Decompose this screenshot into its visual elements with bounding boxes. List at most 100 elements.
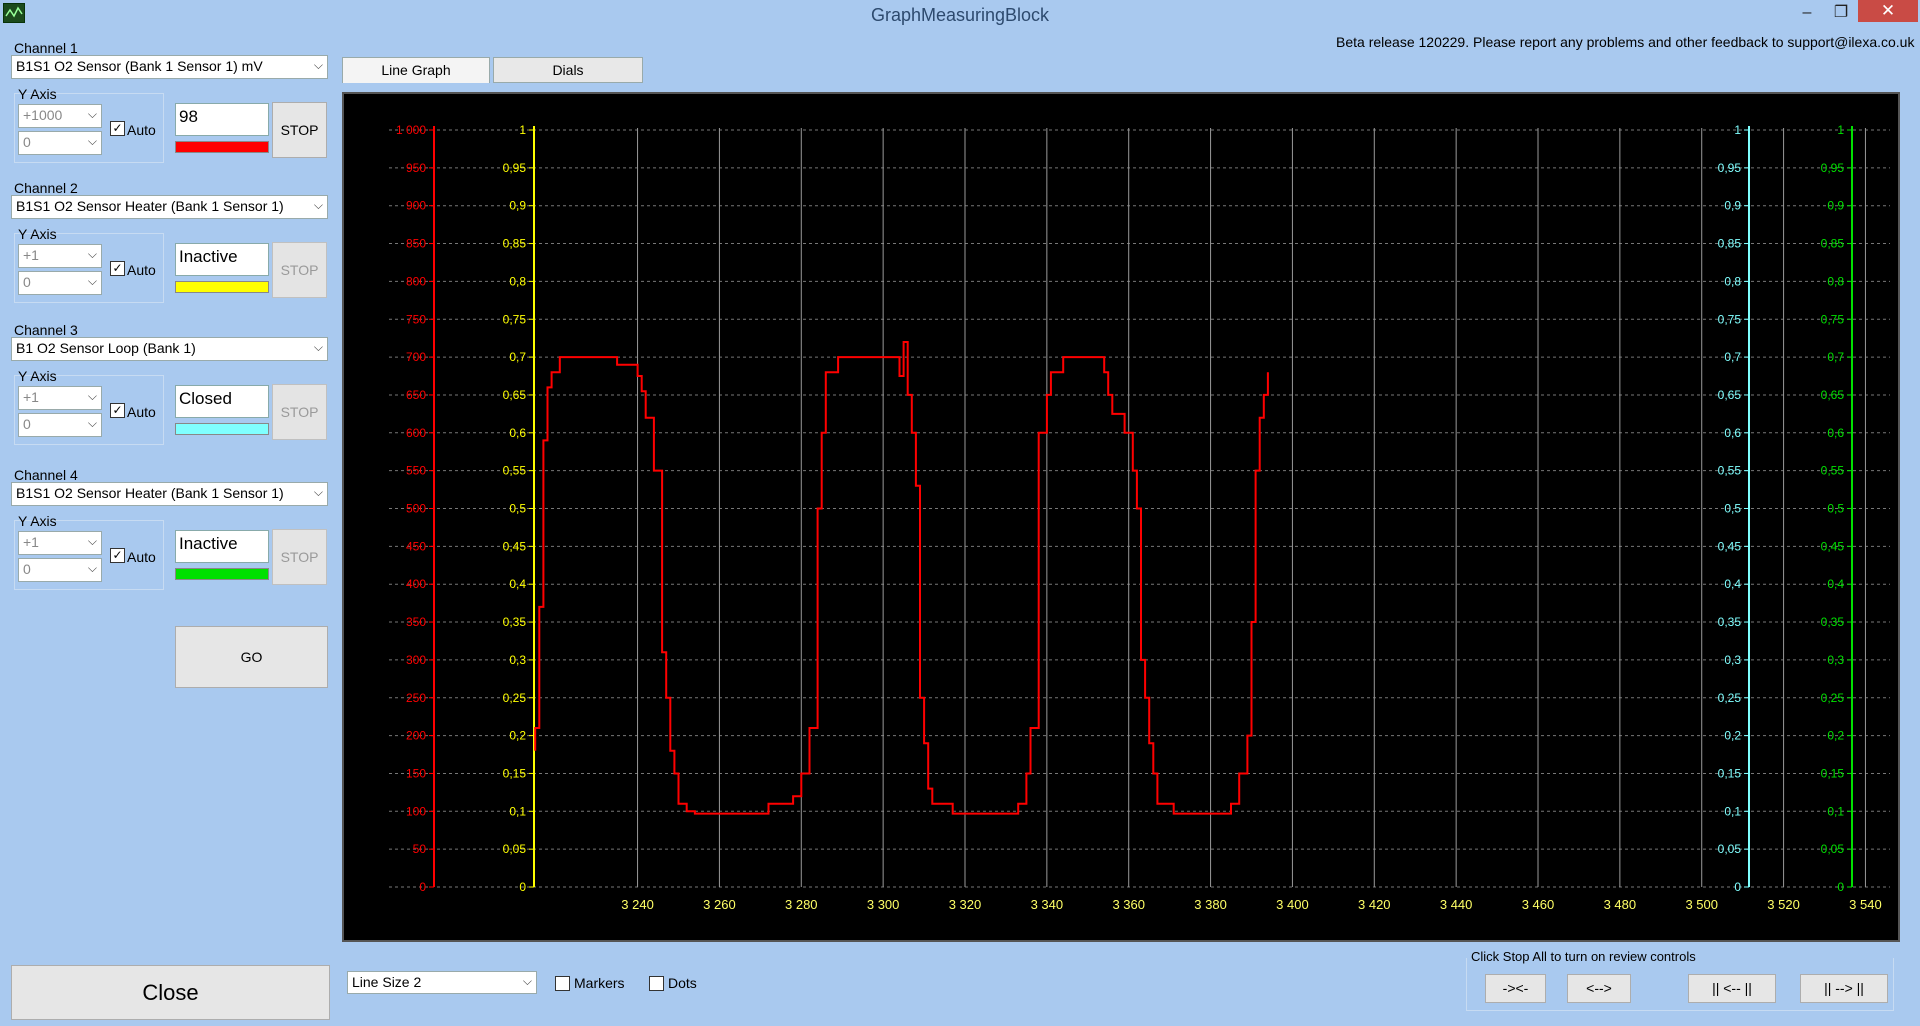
- go-button[interactable]: GO: [175, 626, 328, 688]
- maximize-button[interactable]: ❐: [1826, 0, 1856, 26]
- y-tick-label: 650: [406, 388, 426, 402]
- channel-color-swatch[interactable]: [175, 141, 269, 153]
- y-min-value: 0: [23, 134, 31, 150]
- auto-checkbox[interactable]: ✓: [110, 548, 125, 563]
- channel-sensor-select[interactable]: B1 O2 Sensor Loop (Bank 1) ⌵: [11, 337, 328, 361]
- line-graph-plot: 3 240 3 260 3 280 3 300 3 320 3 340 3 360 3 380…: [342, 92, 1900, 942]
- y-tick-label: 0,1: [509, 804, 526, 818]
- y-max-select[interactable]: +1 ⌵: [18, 244, 102, 268]
- dots-checkbox[interactable]: [649, 976, 664, 991]
- channel-sensor-select[interactable]: B1S1 O2 Sensor (Bank 1 Sensor 1) mV ⌵: [11, 55, 328, 79]
- chevron-down-icon: ⌵: [87, 389, 97, 403]
- channel-value: Inactive: [175, 243, 269, 276]
- channel-sensor-select[interactable]: B1S1 O2 Sensor Heater (Bank 1 Sensor 1) …: [11, 195, 328, 219]
- auto-checkbox[interactable]: ✓: [110, 403, 125, 418]
- y-tick-label: 0,3: [1827, 653, 1844, 667]
- y-max-select[interactable]: +1000 ⌵: [18, 104, 102, 128]
- line-size-select[interactable]: Line Size 2 ⌵: [347, 971, 537, 994]
- channel-stop-button[interactable]: STOP: [272, 242, 327, 298]
- x-tick-label: 3 240: [621, 897, 654, 912]
- chevron-down-icon: ⌵: [87, 534, 97, 548]
- y-tick-label: 150: [406, 766, 426, 780]
- y-tick-label: 900: [406, 199, 426, 213]
- y-tick-label: 0,15: [1718, 766, 1742, 780]
- channel-sensor-select[interactable]: B1S1 O2 Sensor Heater (Bank 1 Sensor 1) …: [11, 482, 328, 506]
- channel-heading: Channel 3: [14, 322, 78, 338]
- channel-heading: Channel 2: [14, 180, 78, 196]
- channel-stop-button[interactable]: STOP: [272, 529, 327, 585]
- y-tick-label: 1 000: [396, 123, 426, 137]
- y-tick-label: 0,4: [1724, 577, 1741, 591]
- channel-sensor-value: B1 O2 Sensor Loop (Bank 1): [16, 340, 196, 356]
- chevron-down-icon: ⌵: [87, 107, 97, 121]
- y-max-select[interactable]: +1 ⌵: [18, 531, 102, 555]
- y-tick-label: 0,95: [503, 161, 527, 175]
- y-tick-label: 500: [406, 502, 426, 516]
- line-size-value: Line Size 2: [352, 974, 422, 990]
- channel-sensor-value: B1S1 O2 Sensor Heater (Bank 1 Sensor 1): [16, 198, 284, 214]
- y-tick-label: 1: [1734, 123, 1741, 137]
- y-tick-label: 0,9: [1827, 199, 1844, 213]
- window-close-button[interactable]: ✕: [1858, 0, 1918, 22]
- y-tick-label: 0,25: [1821, 691, 1845, 705]
- close-button[interactable]: Close: [11, 965, 330, 1020]
- x-tick-label: 3 260: [703, 897, 736, 912]
- y-max-value: +1: [23, 389, 39, 405]
- auto-checkbox[interactable]: ✓: [110, 261, 125, 276]
- channel-stop-button[interactable]: STOP: [272, 102, 327, 158]
- channel-color-swatch[interactable]: [175, 423, 269, 435]
- channel-stop-button[interactable]: STOP: [272, 384, 327, 440]
- y-tick-label: 0,6: [509, 426, 526, 440]
- channel-color-swatch[interactable]: [175, 281, 269, 293]
- auto-checkbox[interactable]: ✓: [110, 121, 125, 136]
- minimize-button[interactable]: –: [1792, 0, 1822, 26]
- chevron-down-icon: ⌵: [313, 58, 323, 72]
- y-tick-label: 0,95: [1718, 161, 1742, 175]
- y-tick-label: 100: [406, 804, 426, 818]
- y-tick-label: 0,45: [1718, 539, 1742, 553]
- y-min-select[interactable]: 0 ⌵: [18, 271, 102, 295]
- y-tick-label: 0,45: [1821, 539, 1845, 553]
- y-tick-label: 0,25: [503, 691, 527, 705]
- y-tick-label: 0,9: [509, 199, 526, 213]
- y-tick-label: 0,75: [1718, 312, 1742, 326]
- y-tick-label: 0: [519, 880, 526, 894]
- y-tick-label: 0: [1734, 880, 1741, 894]
- y-tick-label: 0,6: [1724, 426, 1741, 440]
- y-tick-label: 0,6: [1827, 426, 1844, 440]
- y-tick-label: 0,75: [503, 312, 527, 326]
- y-min-select[interactable]: 0 ⌵: [18, 131, 102, 155]
- y-tick-label: 0,05: [1821, 842, 1845, 856]
- chevron-down-icon: ⌵: [87, 416, 97, 430]
- y-axis-label: Y Axis: [18, 86, 57, 102]
- x-tick-label: 3 360: [1112, 897, 1145, 912]
- chevron-down-icon: ⌵: [87, 247, 97, 261]
- y-tick-label: 0,7: [1827, 350, 1844, 364]
- tab-line-graph[interactable]: Line Graph: [342, 57, 490, 83]
- y-min-select[interactable]: 0 ⌵: [18, 558, 102, 582]
- y-axis-label: Y Axis: [18, 513, 57, 529]
- auto-label: Auto: [127, 262, 156, 278]
- y-tick-label: 0,45: [503, 539, 527, 553]
- channel-heading: Channel 1: [14, 40, 78, 56]
- y-tick-label: 750: [406, 312, 426, 326]
- y-tick-label: 0,2: [1724, 729, 1741, 743]
- review-zoom-out-button[interactable]: <-->: [1567, 974, 1631, 1003]
- y-tick-label: 250: [406, 691, 426, 705]
- chevron-down-icon: ⌵: [522, 974, 532, 988]
- review-forward-button[interactable]: || --> ||: [1800, 974, 1888, 1003]
- channel-color-swatch[interactable]: [175, 568, 269, 580]
- y-min-select[interactable]: 0 ⌵: [18, 413, 102, 437]
- x-tick-label: 3 340: [1031, 897, 1064, 912]
- y-tick-label: 0,4: [509, 577, 526, 591]
- y-tick-label: 0,3: [1724, 653, 1741, 667]
- y-max-select[interactable]: +1 ⌵: [18, 386, 102, 410]
- auto-label: Auto: [127, 404, 156, 420]
- y-tick-label: 300: [406, 653, 426, 667]
- markers-checkbox[interactable]: [555, 976, 570, 991]
- tab-dials[interactable]: Dials: [493, 57, 643, 83]
- review-back-button[interactable]: || <-- ||: [1688, 974, 1776, 1003]
- y-tick-label: 0,35: [1821, 615, 1845, 629]
- review-zoom-in-button[interactable]: -><-: [1485, 974, 1546, 1003]
- y-tick-label: 350: [406, 615, 426, 629]
